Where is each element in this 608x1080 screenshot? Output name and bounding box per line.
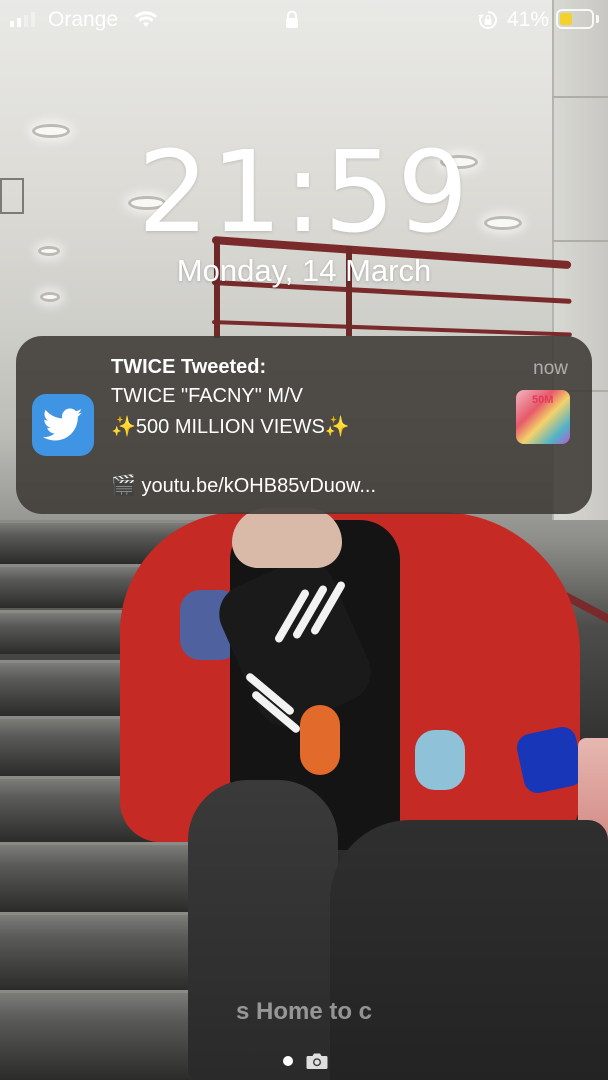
status-bar: Orange 41% bbox=[0, 0, 608, 40]
notification-card[interactable]: TWICE Tweeted: now TWICE "FACNY" M/V ✨50… bbox=[16, 336, 592, 514]
stair-step bbox=[0, 842, 200, 912]
home-hint-text: s Home to c bbox=[235, 998, 373, 1025]
battery-icon bbox=[556, 9, 594, 29]
battery-level bbox=[560, 13, 572, 25]
jacket-patch bbox=[300, 705, 340, 775]
carrier-name: Orange bbox=[48, 8, 119, 31]
notification-timestamp: now bbox=[533, 358, 568, 379]
jacket-patch bbox=[415, 730, 465, 790]
page-indicator-dot bbox=[283, 1056, 293, 1066]
lock-icon bbox=[284, 10, 300, 35]
rotation-lock-icon bbox=[477, 9, 499, 36]
camera-icon[interactable] bbox=[306, 1052, 328, 1075]
wifi-icon bbox=[134, 9, 158, 34]
notification-thumbnail: 50M bbox=[516, 390, 570, 444]
thumbnail-text: 50M bbox=[532, 394, 554, 406]
railing bbox=[211, 320, 572, 337]
notification-body-line: ✨500 MILLION VIEWS✨ bbox=[111, 416, 350, 438]
notification-body-line: TWICE "FACNY" M/V bbox=[111, 385, 303, 407]
notification-title: TWICE Tweeted: bbox=[111, 356, 267, 378]
person-hand bbox=[232, 508, 342, 568]
person-jeans bbox=[188, 780, 338, 1080]
signal-icon bbox=[10, 12, 35, 27]
battery-tip bbox=[596, 15, 599, 23]
battery-percentage: 41% bbox=[507, 8, 550, 31]
lock-screen-date: Monday, 14 March bbox=[176, 253, 432, 288]
person-jeans bbox=[330, 820, 608, 1080]
wall-tile-line bbox=[552, 96, 608, 98]
ceiling-light bbox=[40, 292, 60, 302]
lock-screen-time: 21:59 bbox=[137, 128, 471, 258]
notification-link: 🎬 youtu.be/kOHB85vDuow... bbox=[111, 475, 377, 497]
jacket-cuff bbox=[514, 724, 586, 796]
twitter-bird-icon bbox=[32, 394, 94, 456]
